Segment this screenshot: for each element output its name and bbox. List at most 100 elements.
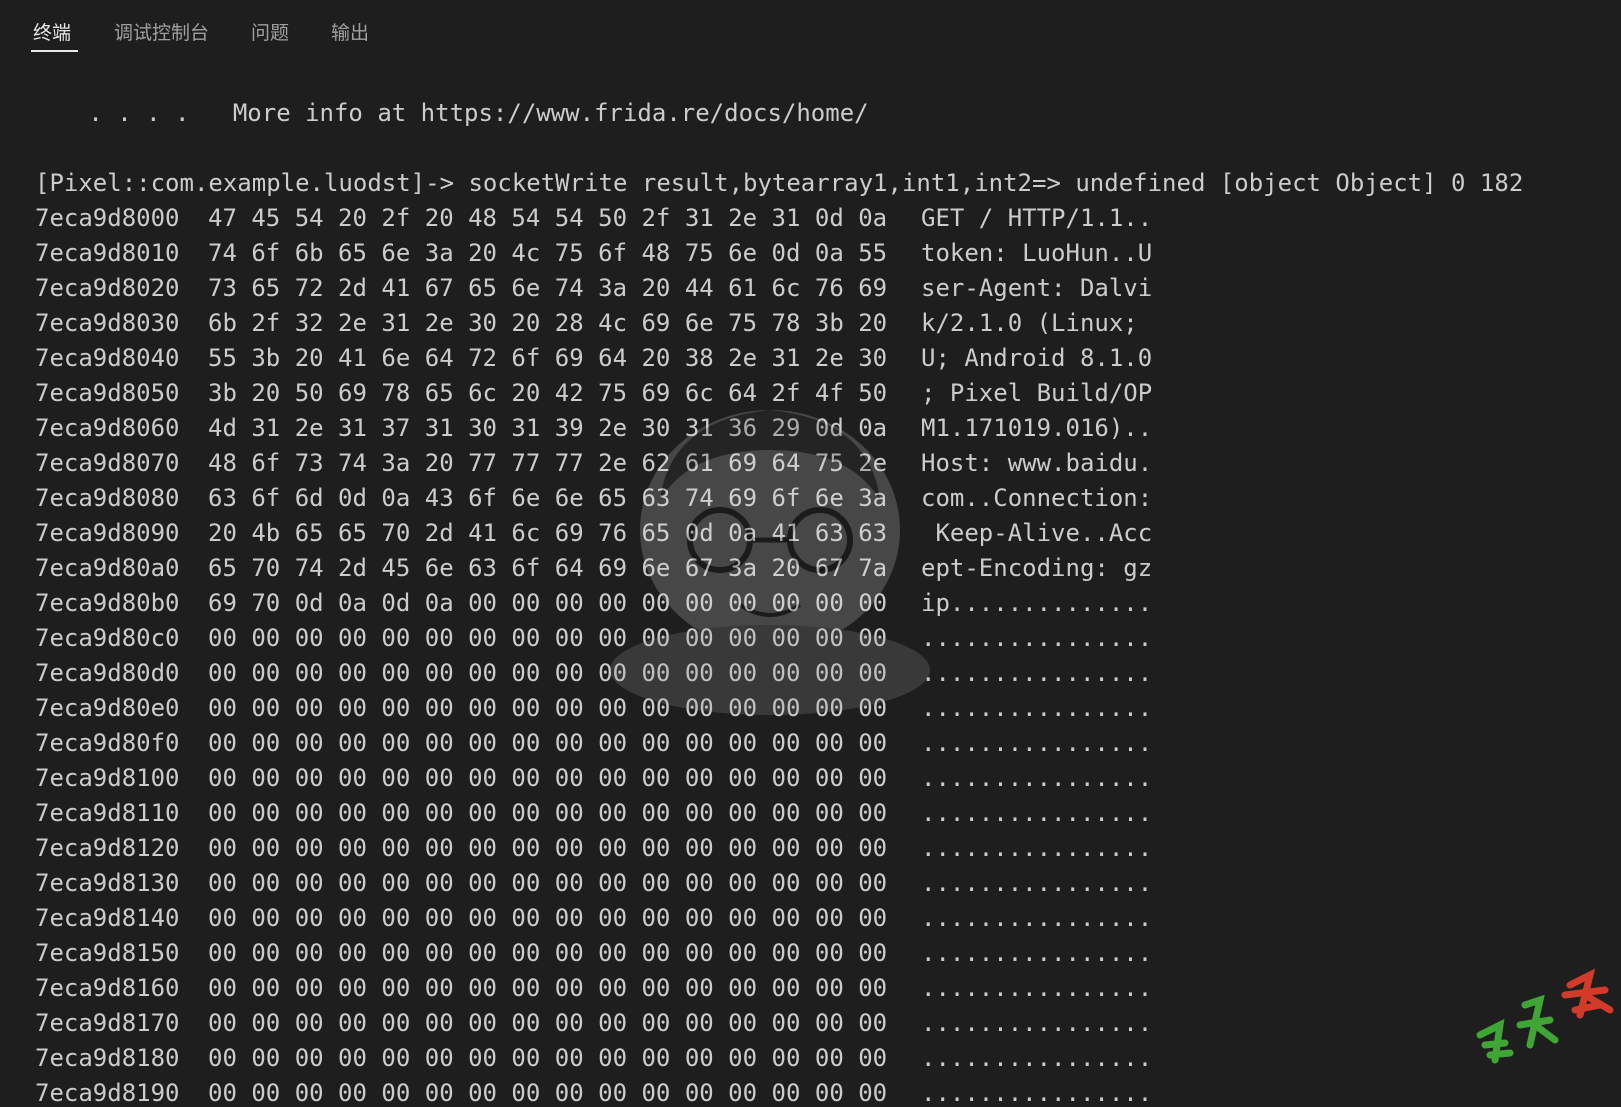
panel-tab-bar: 终端 调试控制台 问题 输出 [0,0,1621,58]
terminal-output[interactable]: . . . . More info at https://www.frida.r… [35,96,1615,1107]
hexdump-ascii: ................ [921,694,1153,722]
hexdump-row: 7eca9d8060 4d 31 2e 31 37 31 30 31 39 2e … [35,411,1615,446]
hexdump-address: 7eca9d80f0 [35,729,180,757]
hexdump-ascii: Keep-Alive..Acc [921,519,1153,547]
hexdump-bytes: 63 6f 6d 0d 0a 43 6f 6e 6e 65 63 74 69 6… [208,484,888,512]
hexdump-bytes: 00 00 00 00 00 00 00 00 00 00 00 00 00 0… [208,1009,888,1037]
hexdump-row: 7eca9d8140 00 00 00 00 00 00 00 00 00 00 … [35,901,1615,936]
hexdump-row: 7eca9d8030 6b 2f 32 2e 31 2e 30 20 28 4c … [35,306,1615,341]
hexdump-address: 7eca9d8080 [35,484,180,512]
hexdump-ascii: ................ [921,1009,1153,1037]
hexdump-row: 7eca9d8090 20 4b 65 65 70 2d 41 6c 69 76 … [35,516,1615,551]
hexdump-bytes: 00 00 00 00 00 00 00 00 00 00 00 00 00 0… [208,1044,888,1072]
hexdump-address: 7eca9d8040 [35,344,180,372]
hexdump-row: 7eca9d8020 73 65 72 2d 41 67 65 6e 74 3a … [35,271,1615,306]
hexdump-ascii: ................ [921,974,1153,1002]
hexdump-ascii: ip.............. [921,589,1153,617]
hexdump-ascii: ................ [921,659,1153,687]
hexdump-address: 7eca9d80e0 [35,694,180,722]
hexdump-address: 7eca9d8050 [35,379,180,407]
hexdump-row: 7eca9d8180 00 00 00 00 00 00 00 00 00 00 … [35,1041,1615,1076]
hexdump-address: 7eca9d8190 [35,1079,180,1107]
hexdump-row: 7eca9d80d0 00 00 00 00 00 00 00 00 00 00 … [35,656,1615,691]
hexdump-row: 7eca9d80f0 00 00 00 00 00 00 00 00 00 00 … [35,726,1615,761]
hexdump-bytes: 48 6f 73 74 3a 20 77 77 77 2e 62 61 69 6… [208,449,888,477]
hexdump-address: 7eca9d8090 [35,519,180,547]
hexdump-ascii: ser-Agent: Dalvi [921,274,1153,302]
hexdump-address: 7eca9d8070 [35,449,180,477]
frida-info-line: . . . . More info at https://www.frida.r… [45,99,869,127]
hexdump-bytes: 69 70 0d 0a 0d 0a 00 00 00 00 00 00 00 0… [208,589,888,617]
hexdump-ascii: GET / HTTP/1.1.. [921,204,1153,232]
hexdump-bytes: 00 00 00 00 00 00 00 00 00 00 00 00 00 0… [208,624,888,652]
tab-debug-console[interactable]: 调试控制台 [114,18,209,45]
hexdump-row: 7eca9d8050 3b 20 50 69 78 65 6c 20 42 75 … [35,376,1615,411]
hexdump-ascii: U; Android 8.1.0 [921,344,1153,372]
hexdump-bytes: 47 45 54 20 2f 20 48 54 54 50 2f 31 2e 3… [208,204,888,232]
hexdump-ascii: ................ [921,834,1153,862]
hexdump-bytes: 6b 2f 32 2e 31 2e 30 20 28 4c 69 6e 75 7… [208,309,888,337]
hexdump-address: 7eca9d8150 [35,939,180,967]
hexdump-bytes: 00 00 00 00 00 00 00 00 00 00 00 00 00 0… [208,974,888,1002]
hexdump-row: 7eca9d8190 00 00 00 00 00 00 00 00 00 00 … [35,1076,1615,1107]
hexdump-ascii: token: LuoHun..U [921,239,1153,267]
tab-problems[interactable]: 问题 [251,18,289,45]
hexdump-address: 7eca9d8100 [35,764,180,792]
tab-terminal[interactable]: 终端 [33,18,71,45]
hexdump-address: 7eca9d8020 [35,274,180,302]
hexdump-row: 7eca9d8010 74 6f 6b 65 6e 3a 20 4c 75 6f … [35,236,1615,271]
hexdump-address: 7eca9d8130 [35,869,180,897]
hexdump-ascii: Host: www.baidu. [921,449,1153,477]
hexdump-ascii: ept-Encoding: gz [921,554,1153,582]
hexdump-bytes: 00 00 00 00 00 00 00 00 00 00 00 00 00 0… [208,834,888,862]
hexdump-row: 7eca9d8160 00 00 00 00 00 00 00 00 00 00 … [35,971,1615,1006]
hexdump-ascii: ................ [921,869,1153,897]
hexdump-address: 7eca9d8060 [35,414,180,442]
hexdump-row: 7eca9d8170 00 00 00 00 00 00 00 00 00 00 … [35,1006,1615,1041]
hexdump-address: 7eca9d80b0 [35,589,180,617]
hexdump-ascii: ................ [921,764,1153,792]
hexdump-address: 7eca9d8170 [35,1009,180,1037]
hexdump-address: 7eca9d8120 [35,834,180,862]
hexdump-address: 7eca9d8140 [35,904,180,932]
hexdump-bytes: 00 00 00 00 00 00 00 00 00 00 00 00 00 0… [208,1079,888,1107]
hexdump-row: 7eca9d8000 47 45 54 20 2f 20 48 54 54 50 … [35,201,1615,236]
hexdump-row: 7eca9d80a0 65 70 74 2d 45 6e 63 6f 64 69 … [35,551,1615,586]
hexdump-address: 7eca9d8180 [35,1044,180,1072]
hexdump-ascii: ................ [921,1044,1153,1072]
hexdump-row: 7eca9d8150 00 00 00 00 00 00 00 00 00 00 … [35,936,1615,971]
hexdump-row: 7eca9d8070 48 6f 73 74 3a 20 77 77 77 2e … [35,446,1615,481]
hexdump-address: 7eca9d80c0 [35,624,180,652]
hexdump-row: 7eca9d8130 00 00 00 00 00 00 00 00 00 00 … [35,866,1615,901]
hexdump-ascii: ; Pixel Build/OP [921,379,1153,407]
hexdump-address: 7eca9d8110 [35,799,180,827]
hexdump-bytes: 20 4b 65 65 70 2d 41 6c 69 76 65 0d 0a 4… [208,519,888,547]
hexdump-bytes: 55 3b 20 41 6e 64 72 6f 69 64 20 38 2e 3… [208,344,888,372]
hexdump-row: 7eca9d8100 00 00 00 00 00 00 00 00 00 00 … [35,761,1615,796]
hexdump-bytes: 00 00 00 00 00 00 00 00 00 00 00 00 00 0… [208,869,888,897]
active-tab-indicator [31,50,78,52]
hexdump-address: 7eca9d8160 [35,974,180,1002]
hexdump-ascii: ................ [921,904,1153,932]
hexdump-ascii: M1.171019.016).. [921,414,1153,442]
hexdump-address: 7eca9d8010 [35,239,180,267]
hexdump-row: 7eca9d80b0 69 70 0d 0a 0d 0a 00 00 00 00 … [35,586,1615,621]
hexdump-bytes: 65 70 74 2d 45 6e 63 6f 64 69 6e 67 3a 2… [208,554,888,582]
hexdump-ascii: ................ [921,939,1153,967]
hexdump-bytes: 00 00 00 00 00 00 00 00 00 00 00 00 00 0… [208,939,888,967]
frida-command-line: [Pixel::com.example.luodst]-> socketWrit… [35,169,1524,197]
hexdump-row: 7eca9d8120 00 00 00 00 00 00 00 00 00 00 … [35,831,1615,866]
hexdump-bytes: 00 00 00 00 00 00 00 00 00 00 00 00 00 0… [208,694,888,722]
tab-output[interactable]: 输出 [331,18,369,45]
hexdump-row: 7eca9d80e0 00 00 00 00 00 00 00 00 00 00 … [35,691,1615,726]
hexdump-bytes: 00 00 00 00 00 00 00 00 00 00 00 00 00 0… [208,799,888,827]
hexdump-ascii: ................ [921,1079,1153,1107]
hexdump-row: 7eca9d8080 63 6f 6d 0d 0a 43 6f 6e 6e 65 … [35,481,1615,516]
hexdump-address: 7eca9d8000 [35,204,180,232]
hexdump-ascii: com..Connection: [921,484,1153,512]
hexdump-ascii: k/2.1.0 (Linux; [921,309,1138,337]
hexdump-row: 7eca9d8110 00 00 00 00 00 00 00 00 00 00 … [35,796,1615,831]
hexdump-ascii: ................ [921,729,1153,757]
hexdump-bytes: 4d 31 2e 31 37 31 30 31 39 2e 30 31 36 2… [208,414,888,442]
